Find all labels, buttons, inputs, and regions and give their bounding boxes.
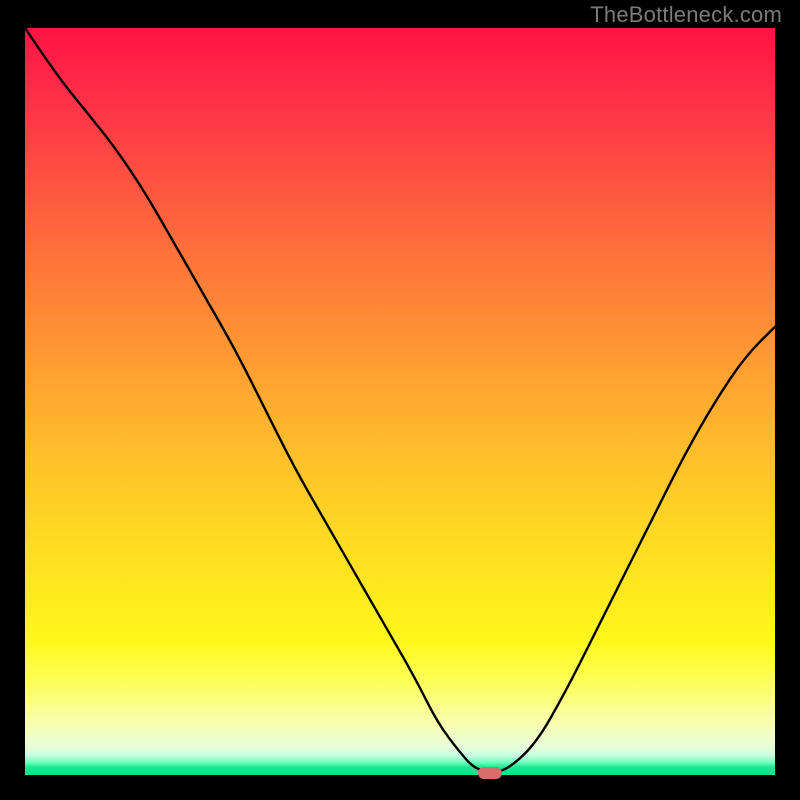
chart-frame: TheBottleneck.com <box>0 0 800 800</box>
watermark-text: TheBottleneck.com <box>590 2 782 28</box>
bottleneck-curve <box>25 28 775 775</box>
optimum-marker <box>478 767 502 779</box>
plot-area <box>25 28 775 775</box>
